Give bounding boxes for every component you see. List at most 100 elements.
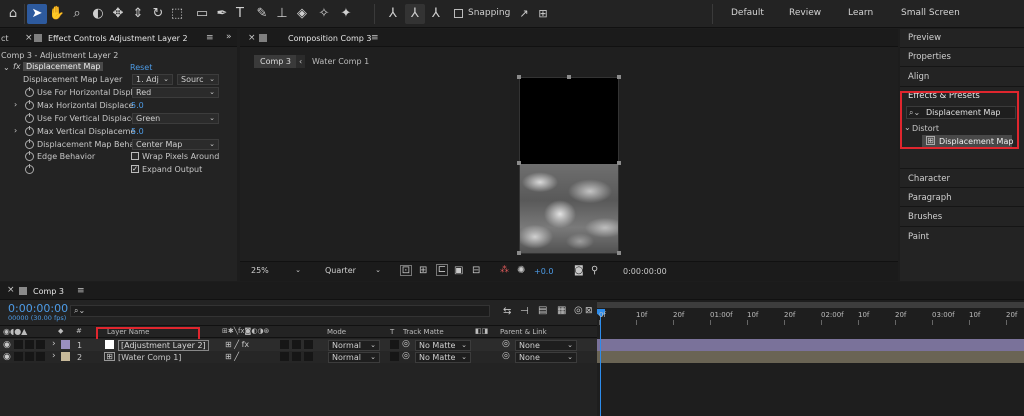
track-matte-dropdown[interactable]: No Matte ⌄ xyxy=(415,340,471,351)
snap-edges-icon[interactable]: ↗ xyxy=(514,4,534,24)
work-area-bar[interactable] xyxy=(597,302,1024,308)
hand-icon[interactable]: ✋ xyxy=(47,4,67,24)
resolution-dropdown[interactable]: Quarter ⌄ xyxy=(322,265,384,278)
effect-name[interactable]: Displacement Map xyxy=(23,62,104,71)
preserve-transparency-toggle[interactable] xyxy=(390,352,399,361)
pan-behind-icon[interactable]: ⬚ xyxy=(167,4,187,24)
horizontal-channel-dropdown[interactable]: Red ⌄ xyxy=(132,87,219,98)
puppet-pin-icon[interactable]: ✦ xyxy=(336,4,356,24)
layer-switches-icon[interactable]: ⊞ ╱ xyxy=(225,352,239,361)
layer-color-label[interactable] xyxy=(61,352,70,361)
layer-name[interactable]: [Adjustment Layer 2] xyxy=(118,340,209,351)
eraser-icon[interactable]: ◈ xyxy=(292,4,312,24)
composition-flowchart-icon[interactable]: ⇆ xyxy=(503,306,511,317)
align-panel-tab[interactable]: Align xyxy=(908,72,929,82)
paint-panel-tab[interactable]: Paint xyxy=(908,232,929,242)
workspace-small-screen[interactable]: Small Screen xyxy=(901,8,960,18)
workspace-learn[interactable]: Learn xyxy=(848,8,873,18)
orbit-icon[interactable]: ◐ xyxy=(88,4,108,24)
max-vertical-value[interactable]: 5.0 xyxy=(131,127,144,136)
grid-guides-icon[interactable]: ⊟ xyxy=(472,265,480,276)
close-tab-icon[interactable]: × xyxy=(7,285,15,295)
effect-controls-tab[interactable]: Effect Controls Adjustment Layer 2 xyxy=(48,34,188,43)
partial-panel-tab[interactable]: ct xyxy=(1,34,9,43)
composition-tab[interactable]: Composition Comp 3 xyxy=(288,34,372,43)
3d-toggle[interactable] xyxy=(304,352,313,361)
audio-toggle[interactable] xyxy=(14,352,23,361)
fx-icon[interactable]: fx xyxy=(13,62,21,71)
solo-toggle[interactable] xyxy=(25,340,34,349)
pickwhip-icon[interactable]: ◎ xyxy=(402,339,410,349)
preview-panel-tab[interactable]: Preview xyxy=(908,33,941,43)
label-icon[interactable]: ◆ xyxy=(58,327,63,335)
parent-dropdown[interactable]: None ⌄ xyxy=(515,340,577,351)
paragraph-panel-tab[interactable]: Paragraph xyxy=(908,193,952,203)
zoom-dropdown[interactable]: 25% ⌄ xyxy=(248,265,304,278)
color-channels-icon[interactable]: ⁂ xyxy=(500,265,509,275)
pickwhip-icon[interactable]: ◎ xyxy=(402,351,410,361)
transform-handle[interactable] xyxy=(567,75,571,79)
playhead-line[interactable] xyxy=(600,315,601,416)
rotate-icon[interactable]: ↻ xyxy=(148,4,168,24)
preserve-transparency-toggle[interactable] xyxy=(390,340,399,349)
stopwatch-icon[interactable] xyxy=(25,151,34,161)
stopwatch-icon[interactable] xyxy=(25,164,34,174)
breadcrumb-comp3[interactable]: Comp 3 xyxy=(254,55,297,68)
panel-menu-icon[interactable]: ≡ xyxy=(371,33,379,43)
expand-panels-icon[interactable]: » xyxy=(226,32,232,42)
motion-blur-toggle[interactable] xyxy=(280,340,289,349)
pen-icon[interactable]: ✒ xyxy=(212,4,232,24)
expand-output-checkbox[interactable]: ✓ xyxy=(131,165,139,173)
transform-handle[interactable] xyxy=(617,75,621,79)
roto-brush-icon[interactable]: ✧ xyxy=(314,4,334,24)
matte-switch-icon[interactable]: ◧◨ xyxy=(475,327,488,335)
zoom-icon[interactable]: ⌕ xyxy=(67,4,87,24)
panel-menu-icon[interactable]: ≡ xyxy=(77,286,85,296)
chevron-right-icon[interactable]: › xyxy=(52,351,56,361)
layer-switches-icon[interactable]: ⊞ ╱ fx xyxy=(225,340,249,349)
eye-icon[interactable]: ◉ xyxy=(3,340,11,350)
world-axis-icon[interactable]: ⅄ xyxy=(405,4,425,24)
snap-grid-icon[interactable]: ⊞ xyxy=(533,4,553,24)
layer-source-dropdown[interactable]: Sourc ⌄ xyxy=(177,74,219,85)
layer-mode-dropdown[interactable]: Normal ⌄ xyxy=(328,352,380,363)
transform-handle[interactable] xyxy=(517,161,521,165)
layer-mode-dropdown[interactable]: Normal ⌄ xyxy=(328,340,380,351)
stopwatch-icon[interactable] xyxy=(25,100,34,110)
transform-handle[interactable] xyxy=(617,161,621,165)
timeline-tab[interactable]: Comp 3 xyxy=(33,287,64,296)
layer-bar-2[interactable] xyxy=(597,351,1024,363)
shy-layers-icon[interactable]: ▤ xyxy=(538,305,547,316)
solo-toggle[interactable] xyxy=(25,352,34,361)
layer-bar-1[interactable] xyxy=(597,339,1024,351)
show-snapshot-icon[interactable]: ⚲ xyxy=(591,265,598,276)
audio-toggle[interactable] xyxy=(14,340,23,349)
fast-previews-icon[interactable]: ⊡ xyxy=(400,265,412,276)
mask-visibility-icon[interactable]: ⊏ xyxy=(436,264,448,276)
layer-color-label[interactable] xyxy=(61,340,70,349)
parent-dropdown[interactable]: None ⌄ xyxy=(515,352,577,363)
chevron-down-icon[interactable]: ⌄ xyxy=(3,63,10,72)
parent-pickwhip-icon[interactable]: ◎ xyxy=(502,351,510,361)
layer-name[interactable]: [Water Comp 1] xyxy=(118,353,181,362)
vertical-channel-dropdown[interactable]: Green ⌄ xyxy=(132,113,219,124)
max-horizontal-value[interactable]: 5.0 xyxy=(131,101,144,110)
selection-arrow-icon[interactable]: ➤ xyxy=(27,4,47,24)
transform-handle[interactable] xyxy=(517,251,521,255)
exposure-icon[interactable]: ✺ xyxy=(517,265,525,276)
adjustment-toggle[interactable] xyxy=(292,352,301,361)
snapping-checkbox[interactable] xyxy=(454,9,463,18)
local-axis-icon[interactable]: ⅄ xyxy=(383,4,403,24)
graph-editor-icon[interactable]: ⊠ xyxy=(585,306,593,316)
rectangle-icon[interactable]: ▭ xyxy=(192,4,212,24)
chevron-right-icon[interactable]: › xyxy=(52,339,56,349)
transform-handle[interactable] xyxy=(517,75,521,79)
motion-blur-icon[interactable]: ◎ xyxy=(574,305,583,316)
stopwatch-icon[interactable] xyxy=(25,87,34,97)
lock-toggle[interactable] xyxy=(36,352,45,361)
panel-menu-icon[interactable]: ≡ xyxy=(206,33,214,43)
region-of-interest-icon[interactable]: ▣ xyxy=(454,265,463,276)
parent-pickwhip-icon[interactable]: ◎ xyxy=(502,339,510,349)
viewer-timecode[interactable]: 0:00:00:00 xyxy=(623,267,667,276)
close-tab-icon[interactable]: × xyxy=(25,33,33,43)
